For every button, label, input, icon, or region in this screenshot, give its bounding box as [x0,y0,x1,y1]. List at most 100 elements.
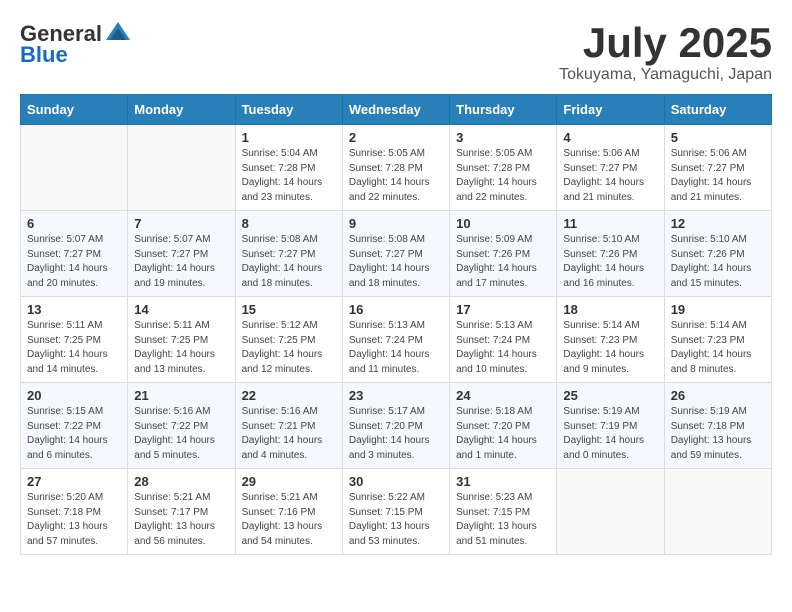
day-number: 24 [456,388,550,403]
week-row-2: 6 Sunrise: 5:07 AM Sunset: 7:27 PM Daylig… [21,211,772,297]
calendar-cell: 11Sunrise: 5:10 AM Sunset: 7:26 PM Dayli… [557,211,664,297]
location: Tokuyama, Yamaguchi, Japan [559,66,772,84]
day-info: Sunrise: 5:09 AM Sunset: 7:26 PM Dayligh… [456,233,550,291]
calendar-cell: 15 Sunrise: 5:12 AM Sunset: 7:25 PM Dayli… [235,297,342,383]
calendar-cell: 14Sunrise: 5:11 AM Sunset: 7:25 PM Dayli… [128,297,235,383]
calendar-cell: 13 Sunrise: 5:11 AM Sunset: 7:25 PM Dayli… [21,297,128,383]
day-number: 3 [456,130,550,145]
calendar-cell: 1 Sunrise: 5:04 AM Sunset: 7:28 PM Daylig… [235,125,342,211]
calendar-cell: 10Sunrise: 5:09 AM Sunset: 7:26 PM Dayli… [450,211,557,297]
calendar-cell: 23Sunrise: 5:17 AM Sunset: 7:20 PM Dayli… [342,383,449,469]
day-info: Sunrise: 5:08 AM Sunset: 7:27 PM Dayligh… [349,233,443,291]
day-info: Sunrise: 5:13 AM Sunset: 7:24 PM Dayligh… [456,319,550,377]
day-number: 17 [456,302,550,317]
calendar-cell: 20 Sunrise: 5:15 AM Sunset: 7:22 PM Dayli… [21,383,128,469]
calendar-cell: 26 Sunrise: 5:19 AM Sunset: 7:18 PM Dayli… [664,383,771,469]
calendar-cell: 18Sunrise: 5:14 AM Sunset: 7:23 PM Dayli… [557,297,664,383]
day-number: 13 [27,302,121,317]
calendar-cell: 12 Sunrise: 5:10 AM Sunset: 7:26 PM Dayli… [664,211,771,297]
day-number: 22 [242,388,336,403]
day-info: Sunrise: 5:21 AM Sunset: 7:17 PM Dayligh… [134,491,228,549]
calendar-cell: 8 Sunrise: 5:08 AM Sunset: 7:27 PM Daylig… [235,211,342,297]
day-info: Sunrise: 5:16 AM Sunset: 7:22 PM Dayligh… [134,405,228,463]
day-number: 20 [27,388,121,403]
day-info: Sunrise: 5:18 AM Sunset: 7:20 PM Dayligh… [456,405,550,463]
calendar-cell: 22 Sunrise: 5:16 AM Sunset: 7:21 PM Dayli… [235,383,342,469]
calendar-cell: 27 Sunrise: 5:20 AM Sunset: 7:18 PM Dayli… [21,469,128,555]
day-number: 28 [134,474,228,489]
calendar-cell: 28 Sunrise: 5:21 AM Sunset: 7:17 PM Dayli… [128,469,235,555]
day-info: Sunrise: 5:10 AM Sunset: 7:26 PM Dayligh… [671,233,765,291]
calendar-cell [128,125,235,211]
day-info: Sunrise: 5:19 AM Sunset: 7:19 PM Dayligh… [563,405,657,463]
calendar-cell: 19 Sunrise: 5:14 AM Sunset: 7:23 PM Dayli… [664,297,771,383]
day-info: Sunrise: 5:07 AM Sunset: 7:27 PM Dayligh… [27,233,121,291]
day-number: 25 [563,388,657,403]
day-number: 16 [349,302,443,317]
month-title: July 2025 [559,20,772,66]
day-info: Sunrise: 5:15 AM Sunset: 7:22 PM Dayligh… [27,405,121,463]
day-info: Sunrise: 5:06 AM Sunset: 7:27 PM Dayligh… [563,147,657,205]
day-number: 29 [242,474,336,489]
day-number: 11 [563,216,657,231]
day-info: Sunrise: 5:20 AM Sunset: 7:18 PM Dayligh… [27,491,121,549]
day-number: 30 [349,474,443,489]
day-info: Sunrise: 5:23 AM Sunset: 7:15 PM Dayligh… [456,491,550,549]
day-number: 5 [671,130,765,145]
week-row-3: 13 Sunrise: 5:11 AM Sunset: 7:25 PM Dayli… [21,297,772,383]
day-number: 15 [242,302,336,317]
header-friday: Friday [557,95,664,125]
day-info: Sunrise: 5:16 AM Sunset: 7:21 PM Dayligh… [242,405,336,463]
calendar-cell: 3Sunrise: 5:05 AM Sunset: 7:28 PM Daylig… [450,125,557,211]
calendar-cell: 16 Sunrise: 5:13 AM Sunset: 7:24 PM Dayli… [342,297,449,383]
header-sunday: Sunday [21,95,128,125]
calendar-cell: 9Sunrise: 5:08 AM Sunset: 7:27 PM Daylig… [342,211,449,297]
header-thursday: Thursday [450,95,557,125]
week-row-4: 20 Sunrise: 5:15 AM Sunset: 7:22 PM Dayli… [21,383,772,469]
logo: General Blue [20,20,132,68]
calendar-table: SundayMondayTuesdayWednesdayThursdayFrid… [20,94,772,555]
header-monday: Monday [128,95,235,125]
day-number: 12 [671,216,765,231]
day-info: Sunrise: 5:11 AM Sunset: 7:25 PM Dayligh… [27,319,121,377]
calendar-cell: 30 Sunrise: 5:22 AM Sunset: 7:15 PM Dayli… [342,469,449,555]
calendar-cell: 24 Sunrise: 5:18 AM Sunset: 7:20 PM Dayli… [450,383,557,469]
week-row-1: 1 Sunrise: 5:04 AM Sunset: 7:28 PM Daylig… [21,125,772,211]
day-number: 19 [671,302,765,317]
calendar-cell: 6 Sunrise: 5:07 AM Sunset: 7:27 PM Daylig… [21,211,128,297]
week-row-5: 27 Sunrise: 5:20 AM Sunset: 7:18 PM Dayli… [21,469,772,555]
day-info: Sunrise: 5:12 AM Sunset: 7:25 PM Dayligh… [242,319,336,377]
calendar-header-row: SundayMondayTuesdayWednesdayThursdayFrid… [21,95,772,125]
title-section: July 2025 Tokuyama, Yamaguchi, Japan [559,20,772,84]
day-number: 4 [563,130,657,145]
day-number: 23 [349,388,443,403]
calendar-cell: 5 Sunrise: 5:06 AM Sunset: 7:27 PM Daylig… [664,125,771,211]
calendar-cell: 29Sunrise: 5:21 AM Sunset: 7:16 PM Dayli… [235,469,342,555]
day-info: Sunrise: 5:13 AM Sunset: 7:24 PM Dayligh… [349,319,443,377]
header-saturday: Saturday [664,95,771,125]
header-tuesday: Tuesday [235,95,342,125]
calendar-cell: 7Sunrise: 5:07 AM Sunset: 7:27 PM Daylig… [128,211,235,297]
day-info: Sunrise: 5:08 AM Sunset: 7:27 PM Dayligh… [242,233,336,291]
day-info: Sunrise: 5:04 AM Sunset: 7:28 PM Dayligh… [242,147,336,205]
calendar-cell: 2Sunrise: 5:05 AM Sunset: 7:28 PM Daylig… [342,125,449,211]
day-info: Sunrise: 5:19 AM Sunset: 7:18 PM Dayligh… [671,405,765,463]
day-number: 8 [242,216,336,231]
day-number: 27 [27,474,121,489]
day-number: 14 [134,302,228,317]
calendar-cell: 4 Sunrise: 5:06 AM Sunset: 7:27 PM Daylig… [557,125,664,211]
calendar-cell [557,469,664,555]
day-number: 6 [27,216,121,231]
day-number: 26 [671,388,765,403]
calendar-cell: 31 Sunrise: 5:23 AM Sunset: 7:15 PM Dayli… [450,469,557,555]
day-info: Sunrise: 5:14 AM Sunset: 7:23 PM Dayligh… [671,319,765,377]
page-header: General Blue July 2025 Tokuyama, Yamaguc… [20,20,772,84]
calendar-cell [664,469,771,555]
day-info: Sunrise: 5:22 AM Sunset: 7:15 PM Dayligh… [349,491,443,549]
logo-icon [104,20,132,48]
calendar-cell: 17 Sunrise: 5:13 AM Sunset: 7:24 PM Dayli… [450,297,557,383]
calendar-cell [21,125,128,211]
day-number: 1 [242,130,336,145]
day-number: 31 [456,474,550,489]
day-info: Sunrise: 5:06 AM Sunset: 7:27 PM Dayligh… [671,147,765,205]
